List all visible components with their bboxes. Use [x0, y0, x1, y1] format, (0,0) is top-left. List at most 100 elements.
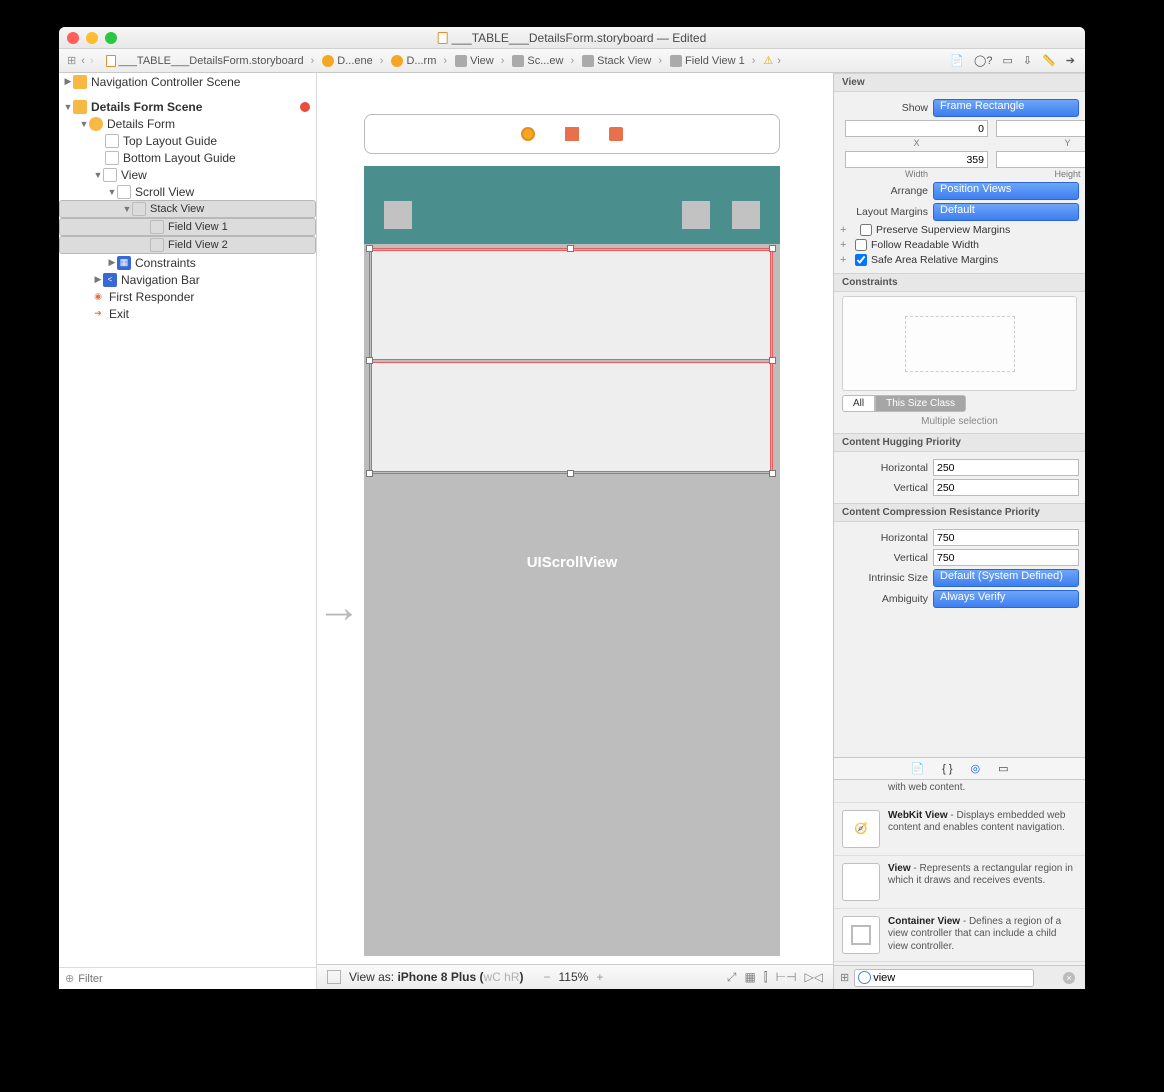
minimize-icon[interactable]	[86, 32, 98, 44]
scene-dock[interactable]	[364, 114, 780, 154]
code-snippet-icon[interactable]: { }	[942, 763, 952, 775]
scroll-placeholder: UIScrollView	[527, 554, 618, 571]
library-item[interactable]: 🧭WebKit View - Displays embedded web con…	[834, 803, 1085, 856]
stack-view-selection[interactable]	[369, 248, 773, 474]
file-template-icon[interactable]: 📄	[910, 762, 924, 775]
outline-toggle-icon[interactable]	[327, 970, 341, 984]
safearea-checkbox[interactable]: Safe Area Relative Margins	[855, 254, 998, 266]
update-frames-icon[interactable]: ⤢	[727, 970, 737, 985]
outline-item[interactable]: Details Form	[107, 117, 175, 131]
search-icon	[858, 971, 871, 984]
back-icon[interactable]: ‹	[81, 55, 85, 67]
section-header: Constraints	[834, 273, 1085, 292]
resolve-icon[interactable]: ▷◁	[805, 970, 823, 984]
outline-item[interactable]: Navigation Controller Scene	[91, 75, 240, 89]
filter-bar: ⊕	[59, 967, 316, 989]
hug-h-field[interactable]	[933, 459, 1079, 476]
zoom-level[interactable]: 115%	[559, 970, 589, 984]
outline-item[interactable]: Top Layout Guide	[123, 134, 217, 148]
first-responder-icon[interactable]	[565, 127, 579, 141]
constraints-diagram[interactable]	[842, 296, 1077, 391]
document-outline[interactable]: ▶Navigation Controller Scene ▼Details Fo…	[59, 73, 317, 989]
outline-item[interactable]: Exit	[109, 307, 129, 321]
related-items-icon[interactable]: ⊞	[67, 54, 76, 67]
grid-icon[interactable]: ⊞	[840, 971, 849, 984]
outline-item[interactable]: Navigation Bar	[121, 273, 200, 287]
x-field[interactable]	[845, 120, 988, 137]
outline-item[interactable]: Bottom Layout Guide	[123, 151, 236, 165]
zoom-icon[interactable]	[105, 32, 117, 44]
section-header: View	[834, 73, 1085, 92]
object-library-icon[interactable]: ◎	[971, 762, 981, 775]
y-field[interactable]	[996, 120, 1085, 137]
first-responder-icon: ◉	[91, 290, 105, 304]
forward-icon[interactable]: ›	[90, 55, 94, 67]
zoom-in-icon[interactable]: +	[596, 970, 603, 984]
close-icon[interactable]	[67, 32, 79, 44]
outline-item[interactable]: Stack View	[150, 203, 204, 215]
jump-bar[interactable]: ___TABLE___DetailsForm.storyboard D...en…	[102, 54, 941, 67]
zoom-out-icon[interactable]: −	[544, 970, 551, 984]
img-placeholder-icon	[732, 201, 760, 229]
height-field[interactable]	[996, 151, 1085, 168]
vc-icon	[391, 55, 403, 67]
outline-item[interactable]: Field View 1	[168, 221, 228, 233]
embed-in-icon[interactable]: ▦	[744, 970, 755, 984]
outline-item[interactable]: Scroll View	[135, 185, 194, 199]
device-preview: UIScrollView	[364, 114, 780, 956]
outline-item[interactable]: View	[121, 168, 147, 182]
help-inspector-icon[interactable]: ◯?	[974, 54, 992, 67]
outline-item[interactable]: First Responder	[109, 290, 194, 304]
constraints-icon: ▦	[117, 256, 131, 270]
img-placeholder-icon	[384, 201, 412, 229]
readable-checkbox[interactable]: Follow Readable Width	[855, 239, 979, 251]
exit-icon[interactable]	[609, 127, 623, 141]
ambiguity-select[interactable]: Always Verify	[933, 590, 1079, 608]
add-variation-icon[interactable]: +	[840, 254, 850, 266]
warning-icon[interactable]: ⚠︎	[763, 54, 773, 67]
ccr-h-field[interactable]	[933, 529, 1079, 546]
pin-icon[interactable]: ⊢⊣	[776, 970, 797, 984]
library-item[interactable]: Container View - Defines a region of a v…	[834, 909, 1085, 962]
vc-icon[interactable]	[521, 127, 535, 141]
identity-inspector-icon[interactable]: ▭	[1002, 54, 1012, 67]
library-search-input[interactable]	[854, 969, 1034, 987]
scene-icon	[73, 100, 87, 114]
arrange-select[interactable]: Position Views	[933, 182, 1079, 200]
header-view[interactable]	[364, 166, 780, 244]
filter-input[interactable]	[78, 973, 310, 985]
segue-arrow-icon: →	[317, 583, 361, 633]
size-inspector-icon[interactable]: 📏	[1042, 54, 1056, 67]
outline-item[interactable]: Details Form Scene	[91, 100, 202, 114]
media-library-icon[interactable]: ▭	[998, 762, 1008, 775]
view-icon	[117, 185, 131, 199]
seg-this-size[interactable]: This Size Class	[875, 395, 966, 412]
clear-icon[interactable]: ×	[1063, 972, 1075, 984]
add-variation-icon[interactable]: +	[840, 224, 850, 236]
intrinsic-select[interactable]: Default (System Defined)	[933, 569, 1079, 587]
img-placeholder-icon	[682, 201, 710, 229]
file-inspector-icon[interactable]: 📄	[950, 54, 964, 67]
view-as-label[interactable]: View as: iPhone 8 Plus (wC hR)	[349, 970, 524, 984]
width-field[interactable]	[845, 151, 988, 168]
align-icon[interactable]: ⫿	[764, 970, 768, 985]
section-header: Content Hugging Priority	[834, 433, 1085, 452]
next-issue-icon[interactable]: ›	[777, 55, 787, 67]
xcode-window: ___TABLE___DetailsForm.storyboard — Edit…	[59, 27, 1085, 989]
preserve-checkbox[interactable]: Preserve Superview Margins	[860, 224, 1010, 236]
show-select[interactable]: Frame Rectangle	[933, 99, 1079, 117]
outline-item[interactable]: Constraints	[135, 256, 196, 270]
ccr-v-field[interactable]	[933, 549, 1079, 566]
hug-v-field[interactable]	[933, 479, 1079, 496]
add-variation-icon[interactable]: +	[840, 239, 850, 251]
canvas[interactable]: → UIScrollView	[317, 73, 833, 989]
margins-select[interactable]: Default	[933, 203, 1079, 221]
attributes-inspector-icon[interactable]: ⇩	[1023, 54, 1032, 67]
connections-inspector-icon[interactable]: ➔	[1066, 54, 1075, 67]
container-icon	[842, 916, 880, 954]
stop-icon[interactable]	[300, 102, 310, 112]
seg-all[interactable]: All	[842, 395, 875, 412]
outline-item[interactable]: Field View 2	[168, 239, 228, 251]
library-item[interactable]: with web content.	[834, 780, 1085, 803]
library-item[interactable]: View - Represents a rectangular region i…	[834, 856, 1085, 909]
